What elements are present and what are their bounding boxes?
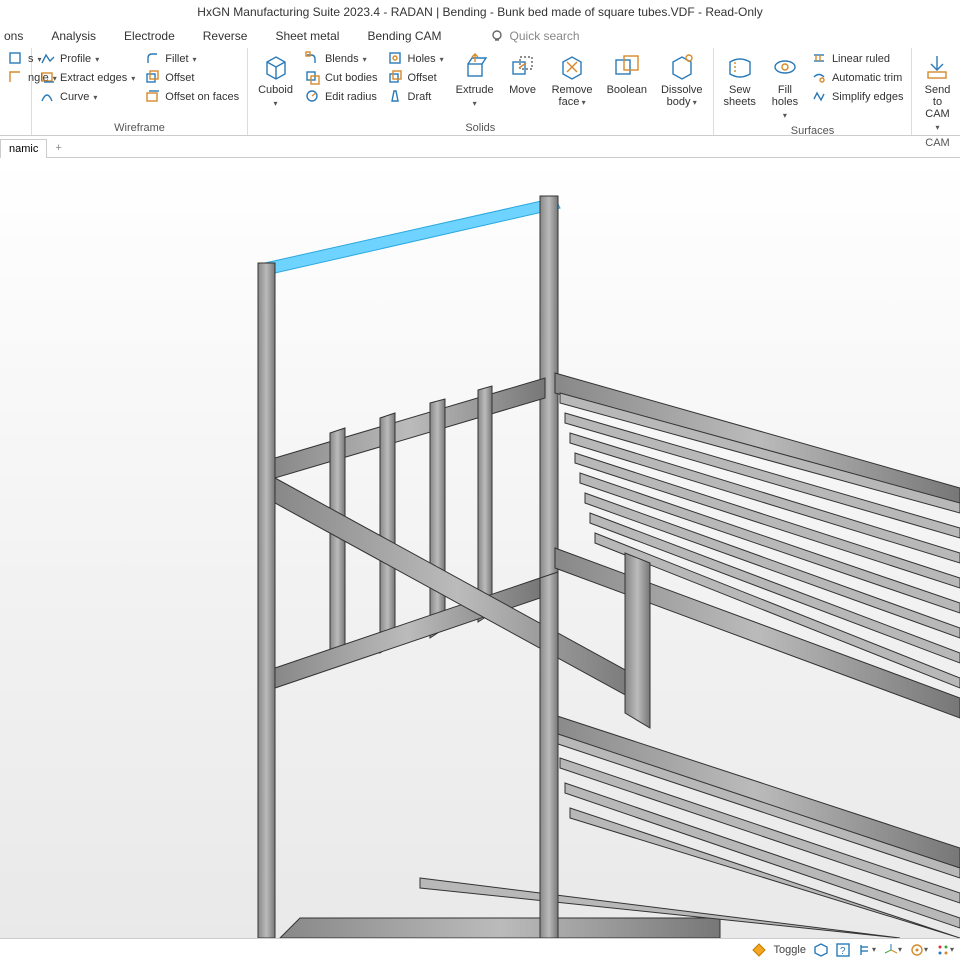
menu-analysis[interactable]: Analysis: [51, 29, 96, 43]
fill-holes-button[interactable]: Fill holes: [764, 50, 806, 124]
sew-sheets-icon: [725, 52, 755, 82]
fillet-button[interactable]: Fillet: [141, 50, 243, 68]
ribbon-group-clipped: s ngle: [0, 48, 32, 135]
holes-button[interactable]: Holes: [384, 50, 448, 68]
holes-icon: [388, 51, 404, 67]
offset-icon: [145, 70, 161, 86]
tab-add-button[interactable]: +: [47, 139, 69, 157]
ribbon: s ngle Profile Extract edges Curve Fille…: [0, 48, 960, 136]
dissolve-body-button[interactable]: Dissolve body: [655, 50, 709, 121]
cuboid-button[interactable]: Cuboid: [252, 50, 299, 121]
svg-text:?: ?: [840, 946, 846, 957]
cam-label: CAM: [916, 136, 958, 149]
profile-button[interactable]: Profile: [36, 50, 139, 68]
3d-viewport[interactable]: [0, 158, 960, 938]
remove-face-button[interactable]: Remove face: [546, 50, 599, 121]
ribbon-group-wireframe: Profile Extract edges Curve Fillet Offse…: [32, 48, 248, 135]
lightbulb-icon: [490, 29, 504, 43]
quick-search[interactable]: Quick search: [490, 29, 580, 43]
boolean-button[interactable]: Boolean: [601, 50, 653, 121]
menu-sheet-metal[interactable]: Sheet metal: [275, 29, 339, 43]
profile-icon: [40, 51, 56, 67]
dissolve-body-icon: [667, 52, 697, 82]
status-bar: Toggle ?: [0, 938, 960, 960]
linear-ruled-button[interactable]: Linear ruled: [808, 50, 908, 68]
menubar: ons Analysis Electrode Reverse Sheet met…: [0, 24, 960, 48]
draft-button[interactable]: Draft: [384, 88, 448, 106]
fillet-icon: [145, 51, 161, 67]
send-to-cam-button[interactable]: Send to CAM: [916, 50, 958, 136]
move-button[interactable]: Move: [502, 50, 544, 121]
extract-edges-icon: [40, 70, 56, 86]
fill-holes-icon: [770, 52, 800, 82]
window-title: HxGN Manufacturing Suite 2023.4 - RADAN …: [0, 0, 960, 24]
menu-ons[interactable]: ons: [4, 29, 23, 43]
draft-icon: [388, 89, 404, 105]
menu-reverse[interactable]: Reverse: [203, 29, 248, 43]
solids-offset-button[interactable]: Offset: [384, 69, 448, 87]
wireframe-label: Wireframe: [36, 121, 243, 134]
status-toggle-label[interactable]: Toggle: [774, 944, 806, 956]
extrude-icon: [460, 52, 490, 82]
cuboid-icon: [261, 52, 291, 82]
generic-icon: [8, 70, 24, 86]
bunk-bed-model: [0, 158, 960, 938]
quick-search-placeholder: Quick search: [510, 29, 580, 43]
generic-icon: [8, 51, 24, 67]
offset-button[interactable]: Offset: [141, 69, 243, 87]
status-help-icon[interactable]: ?: [836, 943, 850, 957]
send-to-cam-icon: [922, 52, 952, 82]
group-label: [4, 133, 27, 134]
sew-sheets-button[interactable]: Sew sheets: [718, 50, 762, 124]
ribbon-group-surfaces: Sew sheets Fill holes Linear ruled Autom…: [714, 48, 913, 135]
menu-bending-cam[interactable]: Bending CAM: [367, 29, 441, 43]
status-snap-icon[interactable]: [910, 943, 928, 957]
status-diamond-icon[interactable]: [752, 943, 766, 957]
move-icon: [508, 52, 538, 82]
simplify-edges-button[interactable]: Simplify edges: [808, 88, 908, 106]
cut-bodies-button[interactable]: Cut bodies: [301, 69, 382, 87]
document-tabstrip: namic +: [0, 136, 960, 158]
automatic-trim-icon: [812, 70, 828, 86]
status-grid-icon[interactable]: [936, 943, 954, 957]
curve-icon: [40, 89, 56, 105]
edit-radius-icon: [305, 89, 321, 105]
simplify-edges-icon: [812, 89, 828, 105]
status-cube-icon[interactable]: [814, 943, 828, 957]
boolean-icon: [612, 52, 642, 82]
blends-button[interactable]: Blends: [301, 50, 382, 68]
offset-faces-icon: [145, 89, 161, 105]
extrude-button[interactable]: Extrude: [450, 50, 500, 121]
remove-face-icon: [557, 52, 587, 82]
offset-on-faces-button[interactable]: Offset on faces: [141, 88, 243, 106]
curve-button[interactable]: Curve: [36, 88, 139, 106]
menu-electrode[interactable]: Electrode: [124, 29, 175, 43]
blends-icon: [305, 51, 321, 67]
automatic-trim-button[interactable]: Automatic trim: [808, 69, 908, 87]
ribbon-group-cam: Send to CAM CAM: [912, 48, 960, 135]
status-axis-icon[interactable]: [884, 943, 902, 957]
cut-bodies-icon: [305, 70, 321, 86]
status-tree-icon[interactable]: [858, 943, 876, 957]
edit-radius-button[interactable]: Edit radius: [301, 88, 382, 106]
surfaces-label: Surfaces: [718, 124, 908, 137]
ribbon-group-solids: Cuboid Blends Cut bodies Edit radius Hol…: [248, 48, 713, 135]
offset-icon: [388, 70, 404, 86]
extract-edges-button[interactable]: Extract edges: [36, 69, 139, 87]
tab-namic[interactable]: namic: [0, 139, 47, 158]
linear-ruled-icon: [812, 51, 828, 67]
solids-label: Solids: [252, 121, 708, 134]
